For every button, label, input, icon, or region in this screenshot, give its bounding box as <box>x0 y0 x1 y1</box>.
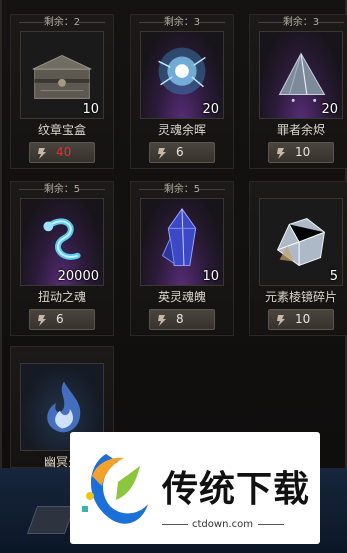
item-name: 灵魂余晖 <box>157 123 206 137</box>
currency-icon <box>277 148 285 159</box>
item-quantity: 20000 <box>57 269 99 284</box>
item-price: 8 <box>176 312 184 326</box>
currency-icon <box>38 148 46 159</box>
item-quantity: 10 <box>82 102 99 117</box>
item-price: 6 <box>176 145 184 159</box>
divider <box>258 524 284 525</box>
item-quantity: 10 <box>202 269 219 284</box>
item-name: 英灵魂魄 <box>157 290 206 304</box>
item-price: 10 <box>295 312 311 326</box>
stock-remaining-label: 剩余：2 <box>11 16 113 30</box>
shop-item-card[interactable]: 剩余：3 20 灵魂余晖 6 <box>130 14 234 169</box>
shop-item-card[interactable]: 剩余：5 20000 扭动之魂 6 <box>10 181 114 336</box>
currency-icon <box>158 315 166 326</box>
buy-button[interactable]: 6 <box>149 142 215 163</box>
item-icon-frame: 20 <box>259 31 343 119</box>
item-price: 40 <box>56 145 72 159</box>
stock-remaining-label: 剩余：3 <box>131 16 233 30</box>
buy-button[interactable]: 8 <box>149 309 215 330</box>
item-icon-frame: 5 <box>259 198 343 286</box>
watermark-brand: 传统下载 <box>162 469 311 510</box>
buy-button[interactable]: 40 <box>29 142 95 163</box>
item-icon-frame: 10 <box>20 31 104 119</box>
buy-button[interactable]: 6 <box>29 309 95 330</box>
stock-remaining-label: 剩余：5 <box>131 183 233 197</box>
shop-item-card[interactable]: 剩余：3 20 罪者余烬 10 <box>249 14 347 169</box>
divider <box>162 524 188 525</box>
item-name: 扭动之魂 <box>37 290 86 304</box>
watermark-url: ctdown.com <box>192 519 253 530</box>
currency-icon <box>277 315 285 326</box>
item-quantity: 20 <box>321 102 338 117</box>
buy-button[interactable]: 10 <box>268 142 334 163</box>
item-icon-frame: 20000 <box>20 198 104 286</box>
item-price: 10 <box>295 145 311 159</box>
item-quantity: 20 <box>202 102 219 117</box>
item-name: 元素棱镜碎片 <box>264 290 337 304</box>
item-name: 罪者余烬 <box>276 123 325 137</box>
stock-remaining-label: 剩余：3 <box>250 16 347 30</box>
shop-item-card[interactable]: 剩余：5 10 英灵魂魄 8 <box>130 181 234 336</box>
item-icon-frame: 10 <box>140 198 224 286</box>
shop-item-card[interactable]: 剩余：2 10 纹章宝盒 40 <box>10 14 114 169</box>
stock-remaining-label: 剩余：5 <box>11 183 113 197</box>
shop-item-card[interactable]: 5 元素棱镜碎片 10 <box>249 181 347 336</box>
item-icon-frame: 20 <box>140 31 224 119</box>
currency-icon <box>38 315 46 326</box>
item-name: 纹章宝盒 <box>37 123 86 137</box>
item-quantity: 5 <box>329 269 338 284</box>
ctdown-logo-icon <box>82 454 148 524</box>
item-price: 6 <box>56 312 64 326</box>
currency-icon <box>158 148 166 159</box>
buy-button[interactable]: 10 <box>268 309 334 330</box>
watermark-banner: 传统下载 ctdown.com <box>70 432 320 544</box>
